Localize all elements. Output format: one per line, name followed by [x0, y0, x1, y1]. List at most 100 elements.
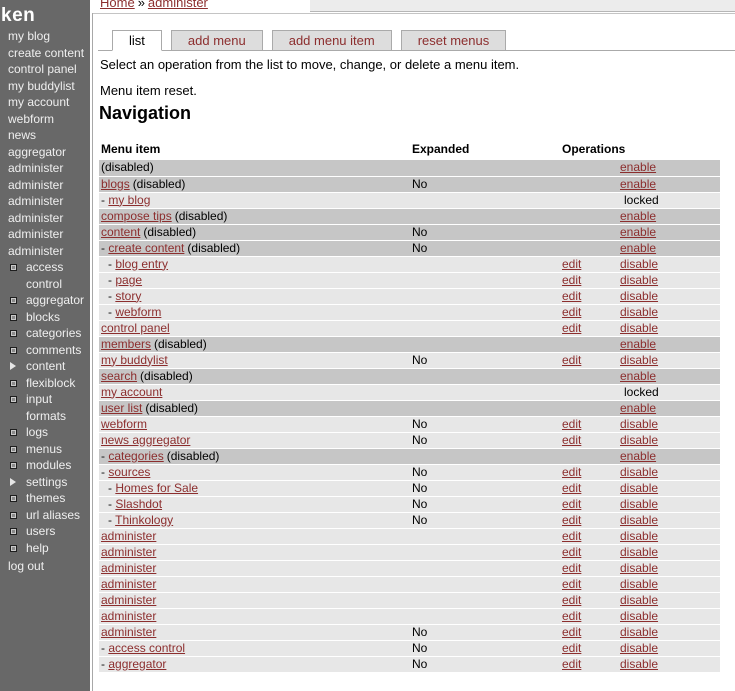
menu-item-link[interactable]: content [101, 225, 140, 239]
menu-item-link[interactable]: user list [101, 401, 142, 415]
sidebar-item-flexiblock[interactable]: flexiblock [0, 375, 90, 392]
sidebar-item-my-buddylist[interactable]: my buddylist [0, 78, 90, 95]
disable-link[interactable]: disable [620, 321, 658, 335]
sidebar-item-label[interactable]: themes [26, 491, 65, 505]
disable-link[interactable]: disable [620, 289, 658, 303]
edit-link[interactable]: edit [562, 353, 581, 367]
edit-link[interactable]: edit [562, 273, 581, 287]
disable-link[interactable]: disable [620, 529, 658, 543]
breadcrumb-link-administer[interactable]: administer [148, 0, 208, 10]
sidebar-item-label[interactable]: categories [26, 326, 81, 340]
sidebar-item-label[interactable]: access control [26, 260, 63, 291]
sidebar-item-blocks[interactable]: blocks [0, 309, 90, 326]
sidebar-item-users[interactable]: users [0, 523, 90, 540]
sidebar-item-label[interactable]: settings [26, 475, 67, 489]
sidebar-item-label[interactable]: administer [8, 161, 63, 175]
enable-link[interactable]: enable [620, 337, 656, 351]
sidebar-item-label[interactable]: menus [26, 442, 62, 456]
sidebar-item-label[interactable]: modules [26, 458, 71, 472]
sidebar-item-themes[interactable]: themes [0, 490, 90, 507]
sidebar-item-comments[interactable]: comments [0, 342, 90, 359]
disable-link[interactable]: disable [620, 545, 658, 559]
edit-link[interactable]: edit [562, 289, 581, 303]
sidebar-item-create-content[interactable]: create content [0, 45, 90, 62]
menu-item-link[interactable]: search [101, 369, 137, 383]
menu-item-link[interactable]: blog entry [115, 257, 168, 271]
enable-link[interactable]: enable [620, 401, 656, 415]
sidebar-item-input-formats[interactable]: input formats [0, 391, 90, 424]
enable-link[interactable]: enable [620, 449, 656, 463]
sidebar-item-label[interactable]: administer [8, 244, 63, 258]
sidebar-item-label[interactable]: administer [8, 227, 63, 241]
menu-item-link[interactable]: administer [101, 529, 156, 543]
sidebar-item-label[interactable]: my buddylist [8, 79, 75, 93]
menu-item-link[interactable]: administer [101, 625, 156, 639]
sidebar-item-label[interactable]: control panel [8, 62, 77, 76]
edit-link[interactable]: edit [562, 257, 581, 271]
disable-link[interactable]: disable [620, 305, 658, 319]
sidebar-item-administer[interactable]: administer [0, 160, 90, 177]
edit-link[interactable]: edit [562, 641, 581, 655]
edit-link[interactable]: edit [562, 609, 581, 623]
disable-link[interactable]: disable [620, 561, 658, 575]
sidebar-item-my-account[interactable]: my account [0, 94, 90, 111]
disable-link[interactable]: disable [620, 273, 658, 287]
enable-link[interactable]: enable [620, 369, 656, 383]
sidebar-item-label[interactable]: aggregator [26, 293, 84, 307]
menu-item-link[interactable]: Thinkology [115, 513, 173, 527]
menu-item-link[interactable]: compose tips [101, 209, 172, 223]
edit-link[interactable]: edit [562, 321, 581, 335]
menu-item-link[interactable]: aggregator [108, 657, 166, 671]
edit-link[interactable]: edit [562, 625, 581, 639]
sidebar-item-label[interactable]: logs [26, 425, 48, 439]
sidebar-item-administer[interactable]: administer [0, 210, 90, 227]
sidebar-item-label[interactable]: administer [8, 211, 63, 225]
sidebar-item-log-out[interactable]: log out [8, 559, 44, 573]
edit-link[interactable]: edit [562, 433, 581, 447]
sidebar-item-news-aggregator[interactable]: news aggregator [0, 127, 90, 160]
disable-link[interactable]: disable [620, 609, 658, 623]
menu-item-link[interactable]: members [101, 337, 151, 351]
disable-link[interactable]: disable [620, 577, 658, 591]
menu-item-link[interactable]: create content [108, 241, 184, 255]
sidebar-item-modules[interactable]: modules [0, 457, 90, 474]
enable-link[interactable]: enable [620, 160, 656, 174]
menu-item-link[interactable]: administer [101, 577, 156, 591]
sidebar-item-menus[interactable]: menus [0, 441, 90, 458]
menu-item-link[interactable]: administer [101, 609, 156, 623]
enable-link[interactable]: enable [620, 177, 656, 191]
sidebar-item-label[interactable]: administer [8, 178, 63, 192]
menu-item-link[interactable]: administer [101, 545, 156, 559]
sidebar-item-administer[interactable]: administer [0, 243, 90, 260]
enable-link[interactable]: enable [620, 209, 656, 223]
sidebar-item-label[interactable]: webform [8, 112, 54, 126]
edit-link[interactable]: edit [562, 593, 581, 607]
tab-add-menu[interactable]: add menu [170, 30, 263, 51]
disable-link[interactable]: disable [620, 257, 658, 271]
tab-reset-menus[interactable]: reset menus [400, 30, 507, 51]
menu-item-link[interactable]: webform [115, 305, 161, 319]
sidebar-item-settings[interactable]: settings [0, 474, 90, 491]
sidebar-item-label[interactable]: content [26, 359, 65, 373]
edit-link[interactable]: edit [562, 545, 581, 559]
sidebar-item-label[interactable]: blocks [26, 310, 60, 324]
sidebar-item-label[interactable]: news aggregator [8, 128, 66, 159]
edit-link[interactable]: edit [562, 657, 581, 671]
disable-link[interactable]: disable [620, 481, 658, 495]
sidebar-item-webform[interactable]: webform [0, 111, 90, 128]
sidebar-item-label[interactable]: help [26, 541, 49, 555]
sidebar-item-label[interactable]: my account [8, 95, 69, 109]
sidebar-item-label[interactable]: comments [26, 343, 81, 357]
enable-link[interactable]: enable [620, 225, 656, 239]
edit-link[interactable]: edit [562, 561, 581, 575]
edit-link[interactable]: edit [562, 577, 581, 591]
disable-link[interactable]: disable [620, 513, 658, 527]
sidebar-item-content[interactable]: content [0, 358, 90, 375]
sidebar-item-administer[interactable]: administer [0, 193, 90, 210]
menu-item-link[interactable]: story [115, 289, 141, 303]
menu-item-link[interactable]: news aggregator [101, 433, 190, 447]
sidebar-item-label[interactable]: url aliases [26, 508, 80, 522]
edit-link[interactable]: edit [562, 481, 581, 495]
sidebar-item-help[interactable]: help [0, 540, 90, 557]
edit-link[interactable]: edit [562, 497, 581, 511]
